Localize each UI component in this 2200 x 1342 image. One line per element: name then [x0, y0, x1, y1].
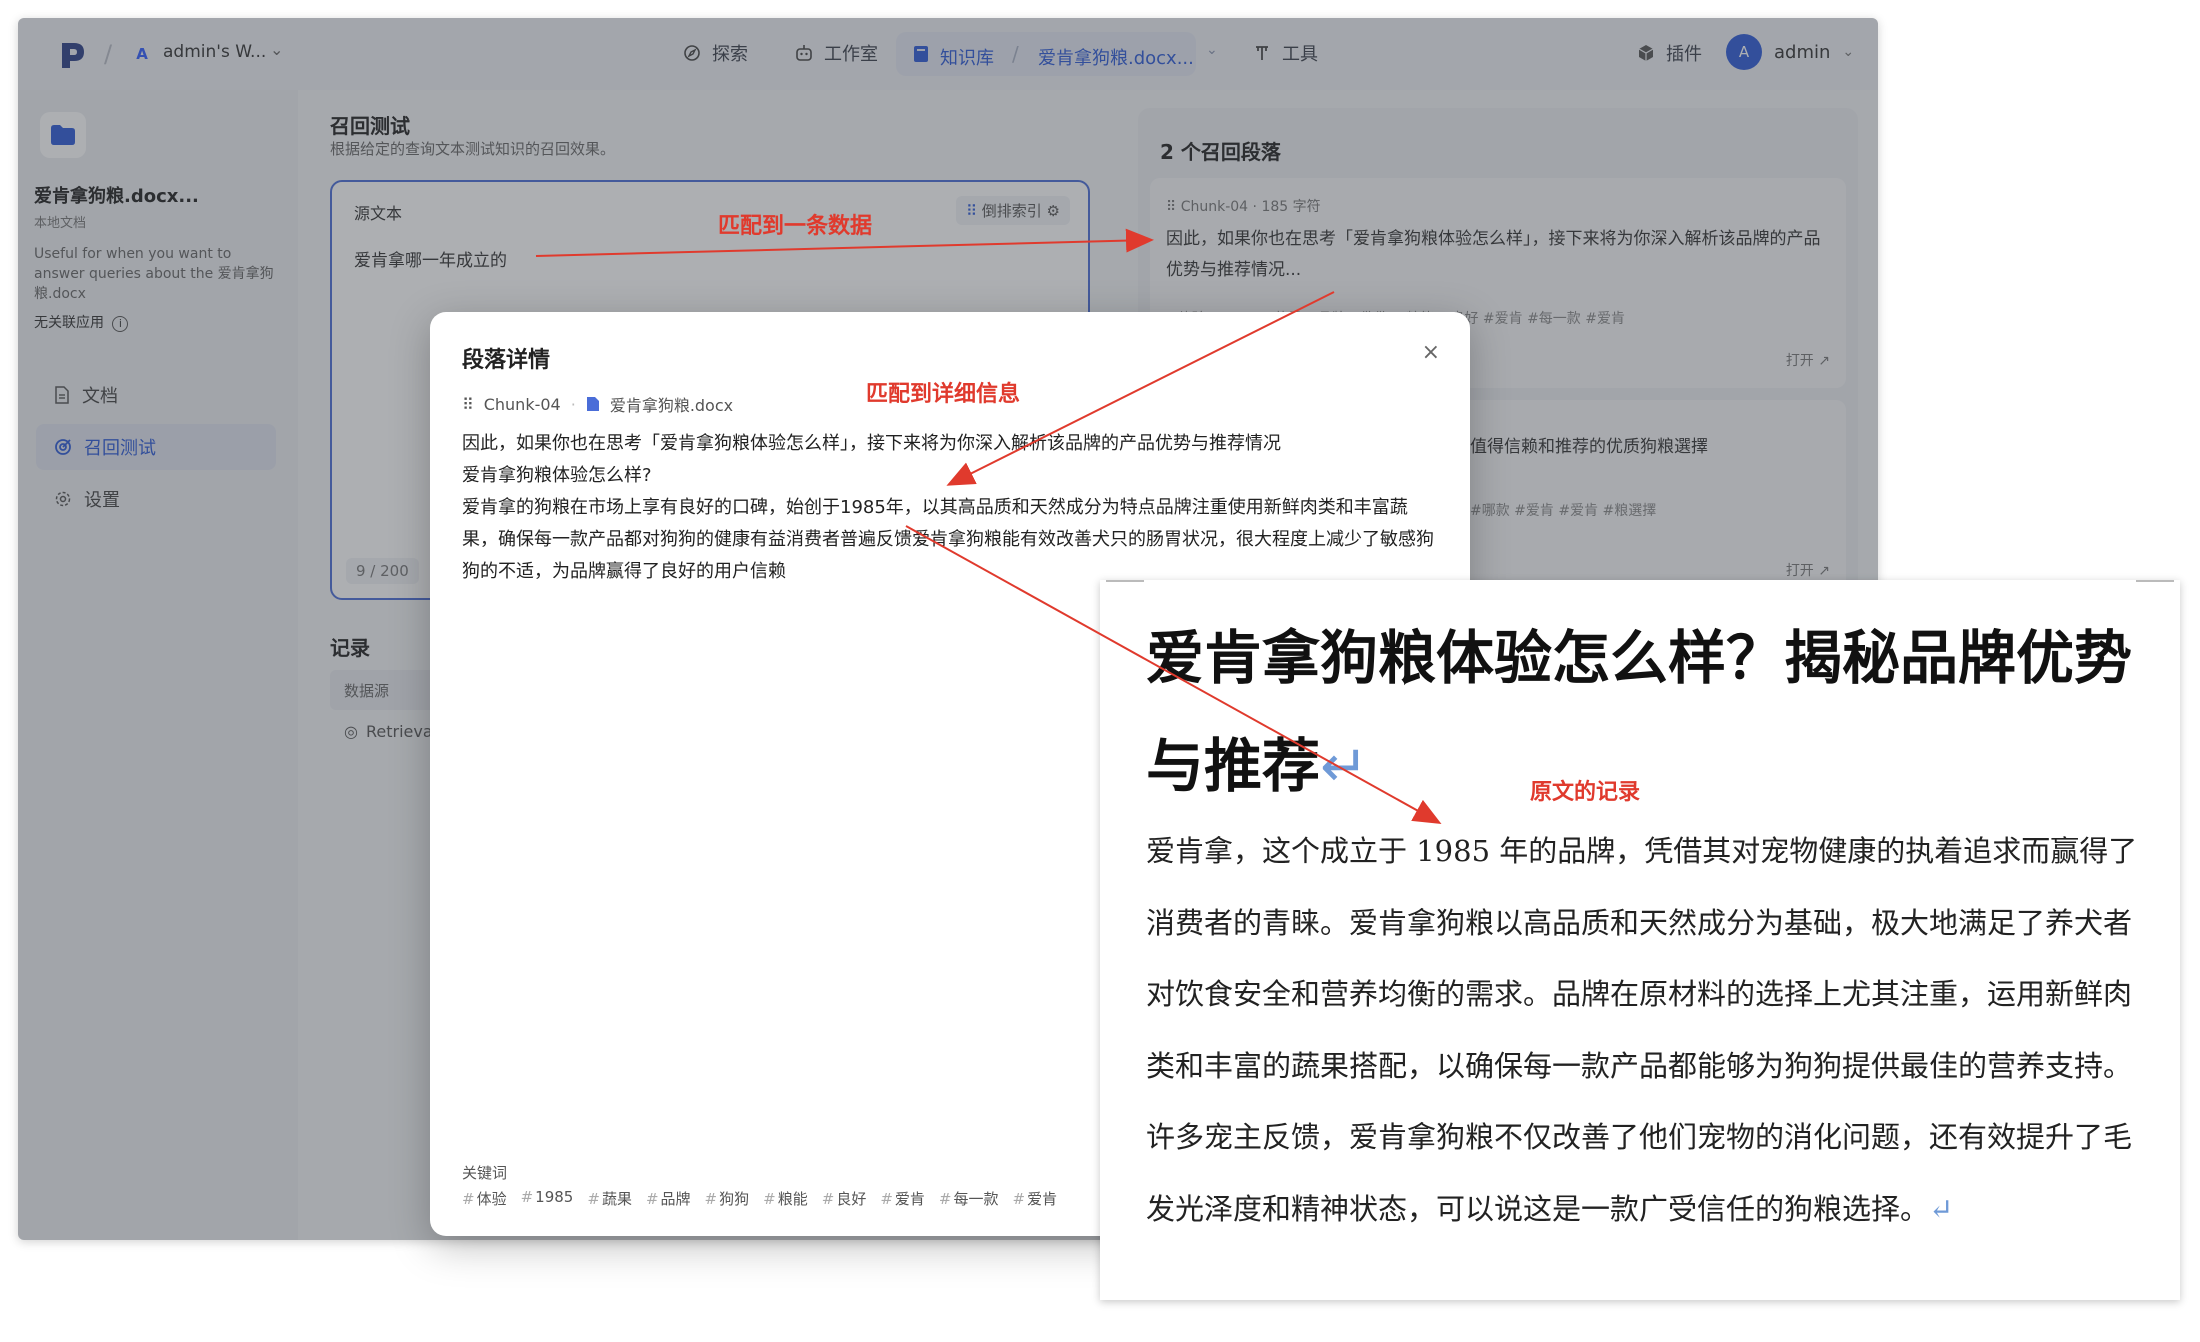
- arrow-query-to-result: [535, 228, 1154, 257]
- screenshot-stage: { "topbar": { "workspace_initial": "A", …: [0, 0, 2200, 1342]
- annotation-arrows: [535, 228, 1442, 824]
- arrow-modal-to-document: [905, 525, 1442, 824]
- arrow-result-to-modal: [946, 291, 1335, 486]
